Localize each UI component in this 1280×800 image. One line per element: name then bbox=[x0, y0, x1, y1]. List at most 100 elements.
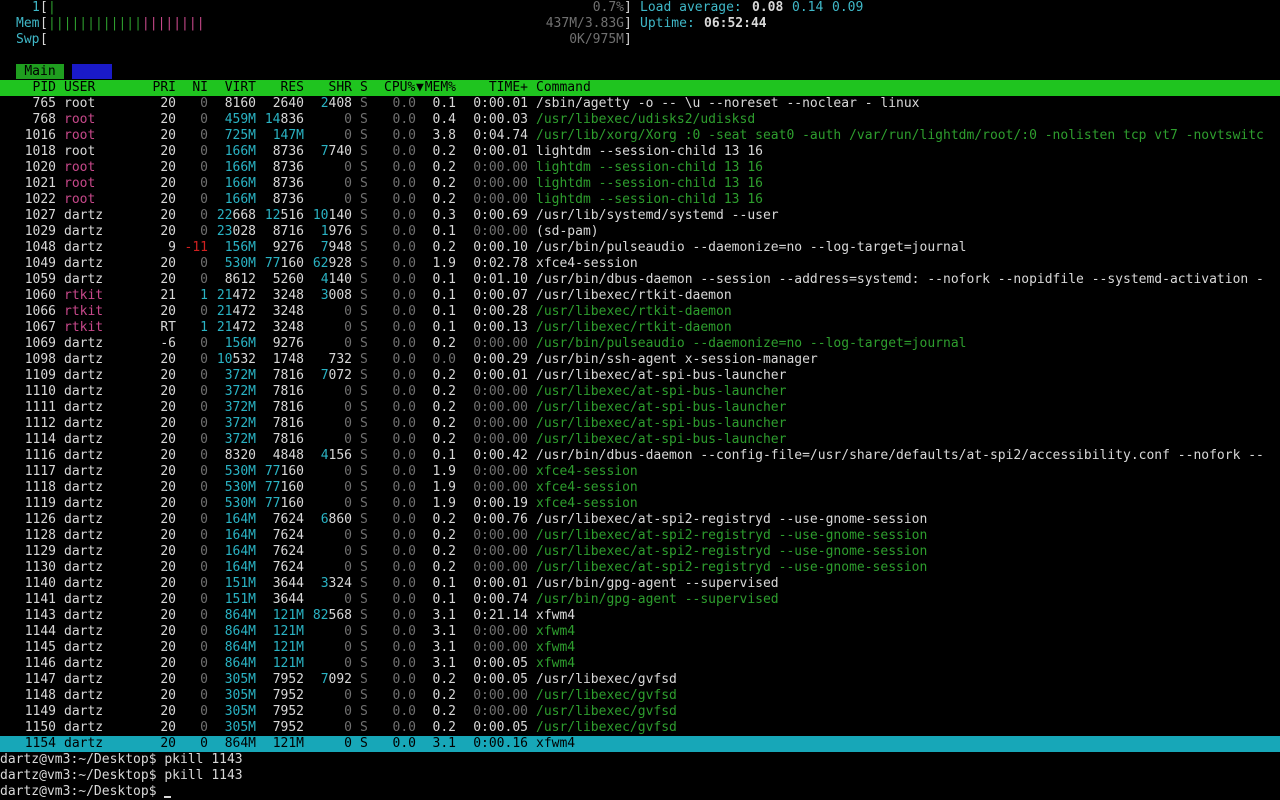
process-row[interactable]: 765 root 20 0 8160 2640 2408 S 0.0 0.1 0:00.01/sbi… bbox=[0, 96, 1280, 112]
process-row[interactable]: 1116 dartz 20 0 8320 4848 4156 S 0.0 0.1 0:00.42/u… bbox=[0, 448, 1280, 464]
process-ni: 0 bbox=[200, 672, 208, 687]
process-row[interactable]: 1130 dartz 20 0 164M 7624 0 S 0.0 0.2 0:00.00/usr/… bbox=[0, 560, 1280, 576]
process-row[interactable]: 1114 dartz 20 0 372M 7816 0 S 0.0 0.2 0:00.00/usr/… bbox=[0, 432, 1280, 448]
process-row[interactable]: 1111 dartz 20 0 372M 7816 0 S 0.0 0.2 0:00.00/usr/… bbox=[0, 400, 1280, 416]
process-cmd: /usr/libexec/rtkit-daemon bbox=[536, 304, 732, 319]
process-row[interactable]: 1118 dartz 20 0 530M 77160 0 S 0.0 1.9 0:00.00 xfce… bbox=[0, 480, 1280, 496]
process-row[interactable]: 1110 dartz 20 0 372M 7816 0 S 0.0 0.2 0:00.00/usr/… bbox=[0, 384, 1280, 400]
process-row[interactable]: 1147 dartz 20 0 305M 7952 7092 S 0.0 0.2 0:00.05/u… bbox=[0, 672, 1280, 688]
process-row[interactable]: 1141 dartz 20 0 151M 3644 0 S 0.0 0.1 0:00.74/usr/… bbox=[0, 592, 1280, 608]
process-time: 0:00.00 bbox=[473, 384, 528, 399]
process-row[interactable]: 1144 dartz 20 0 864M 121M 0 S 0.0 3.1 0:00.00 xfwm4 bbox=[0, 624, 1280, 640]
process-row[interactable]: 1067 rtkit RT 1 21472 3248 0 S 0.0 0.1 0:00.13/usr… bbox=[0, 320, 1280, 336]
process-cmd: lightdm --session-child 13 16 bbox=[536, 160, 763, 175]
process-row[interactable]: 1098 dartz 20 0 10532 1748 732 S 0.0 0.0 0:00.29/u… bbox=[0, 352, 1280, 368]
process-time: 0:00.01 bbox=[473, 96, 528, 111]
process-row[interactable]: 1149 dartz 20 0 305M 7952 0 S 0.0 0.2 0:00.00/usr/… bbox=[0, 704, 1280, 720]
process-cpu: 0.0 bbox=[392, 608, 416, 623]
terminal-line[interactable]: dartz@vm3:~/Desktop$ bbox=[0, 784, 172, 800]
col-command[interactable]: Command bbox=[536, 80, 1280, 96]
process-state: S bbox=[360, 640, 368, 655]
col-pri[interactable]: PRI bbox=[144, 80, 176, 96]
process-ni: 1 bbox=[200, 320, 208, 335]
process-row[interactable]: 1018 root 20 0 166M 8736 7740 S 0.0 0.2 0:00.01 lig… bbox=[0, 144, 1280, 160]
col-state[interactable]: S bbox=[360, 80, 376, 96]
process-time: 0:00.28 bbox=[473, 304, 528, 319]
process-row[interactable]: 1016 root 20 0 725M 147M 0 S 0.0 3.8 0:04.74/usr/l… bbox=[0, 128, 1280, 144]
process-virt: 372M bbox=[224, 432, 256, 447]
process-row[interactable]: 1112 dartz 20 0 372M 7816 0 S 0.0 0.2 0:00.00/usr/… bbox=[0, 416, 1280, 432]
process-row[interactable]: 768 root 20 0 459M 14836 0 S 0.0 0.4 0:00.03/usr/l… bbox=[0, 112, 1280, 128]
col-user[interactable]: USER bbox=[64, 80, 152, 96]
process-ni: 0 bbox=[200, 448, 208, 463]
process-row[interactable]: 1154 dartz 20 0 864M 121M 0 S 0.0 3.1 0:00.16 xfwm4 bbox=[0, 736, 1280, 752]
process-row[interactable]: 1126 dartz 20 0 164M 7624 6860 S 0.0 0.2 0:00.76/u… bbox=[0, 512, 1280, 528]
process-row[interactable]: 1066 rtkit 20 0 21472 3248 0 S 0.0 0.1 0:00.28/usr… bbox=[0, 304, 1280, 320]
process-pid: 1059 bbox=[24, 272, 56, 287]
process-cmd: xfce4-session bbox=[536, 256, 638, 271]
col-virt[interactable]: VIRT bbox=[208, 80, 256, 96]
tab-io[interactable]: I/O bbox=[72, 64, 112, 79]
process-cpu: 0.0 bbox=[392, 528, 416, 543]
process-row[interactable]: 1027 dartz 20 0 22668 12516 10140 S 0.0 0.3 0:00.6… bbox=[0, 208, 1280, 224]
tab-main[interactable]: Main bbox=[16, 64, 64, 79]
col-res[interactable]: RES bbox=[256, 80, 304, 96]
process-ni: 0 bbox=[200, 592, 208, 607]
process-user: dartz bbox=[64, 672, 104, 687]
process-row[interactable]: 1140 dartz 20 0 151M 3644 3324 S 0.0 0.1 0:00.01/u… bbox=[0, 576, 1280, 592]
process-user: dartz bbox=[64, 544, 104, 559]
process-time: 0:00.00 bbox=[473, 544, 528, 559]
process-row[interactable]: 1117 dartz 20 0 530M 77160 0 S 0.0 1.9 0:00.00 xfce… bbox=[0, 464, 1280, 480]
process-virt: 372M bbox=[224, 368, 256, 383]
col-pid[interactable]: PID bbox=[0, 80, 56, 96]
process-row[interactable]: 1119 dartz 20 0 530M 77160 0 S 0.0 1.9 0:00.19 xfce… bbox=[0, 496, 1280, 512]
process-row[interactable]: 1069 dartz -6 0 156M 9276 0 S 0.0 0.2 0:00.00/usr/… bbox=[0, 336, 1280, 352]
process-row[interactable]: 1022 root 20 0 166M 8736 0 S 0.0 0.2 0:00.00 lightd… bbox=[0, 192, 1280, 208]
process-row[interactable]: 1148 dartz 20 0 305M 7952 0 S 0.0 0.2 0:00.00/usr/… bbox=[0, 688, 1280, 704]
process-row[interactable]: 1150 dartz 20 0 305M 7952 0 S 0.0 0.2 0:00.05/usr/… bbox=[0, 720, 1280, 736]
process-pid: 1021 bbox=[24, 176, 56, 191]
col-ni[interactable]: NI bbox=[184, 80, 208, 96]
process-row[interactable]: 1049 dartz 20 0 530M 77160 62928 S 0.0 1.9 0:02.78… bbox=[0, 256, 1280, 272]
process-pri: 20 bbox=[160, 176, 176, 191]
process-pid: 1069 bbox=[24, 336, 56, 351]
col-time[interactable]: TIME+ bbox=[464, 80, 528, 96]
process-row[interactable]: 1128 dartz 20 0 164M 7624 0 S 0.0 0.2 0:00.00/usr/… bbox=[0, 528, 1280, 544]
process-row[interactable]: 1109 dartz 20 0 372M 7816 7072 S 0.0 0.2 0:00.01/u… bbox=[0, 368, 1280, 384]
process-row[interactable]: 1020 root 20 0 166M 8736 0 S 0.0 0.2 0:00.00 lightd… bbox=[0, 160, 1280, 176]
process-ni: 0 bbox=[200, 656, 208, 671]
process-user: dartz bbox=[64, 336, 104, 351]
col-shr[interactable]: SHR bbox=[304, 80, 352, 96]
process-shr: 0 bbox=[344, 400, 352, 415]
swap-meter: Swp[ 0K/975M] bbox=[0, 32, 1280, 48]
process-res: 5260 bbox=[272, 272, 304, 287]
col-mem[interactable]: MEM% bbox=[424, 80, 456, 96]
process-pri: 20 bbox=[160, 256, 176, 271]
process-time: 0:00.07 bbox=[473, 288, 528, 303]
process-row[interactable]: 1145 dartz 20 0 864M 121M 0 S 0.0 3.1 0:00.00 xfwm4 bbox=[0, 640, 1280, 656]
process-res: 7624 bbox=[272, 528, 304, 543]
process-cpu: 0.0 bbox=[392, 336, 416, 351]
process-user: root bbox=[64, 192, 96, 207]
process-mem: 0.2 bbox=[432, 560, 456, 575]
process-row[interactable]: 1146 dartz 20 0 864M 121M 0 S 0.0 3.1 0:00.05 xfwm4 bbox=[0, 656, 1280, 672]
process-row[interactable]: 1048 dartz 9 -11 156M 9276 7948 S 0.0 0.2 0:00.10 /… bbox=[0, 240, 1280, 256]
uptime-value: 06:52:44 bbox=[704, 16, 767, 31]
process-row[interactable]: 1021 root 20 0 166M 8736 0 S 0.0 0.2 0:00.00 lightd… bbox=[0, 176, 1280, 192]
process-time: 0:01.10 bbox=[473, 272, 528, 287]
process-pri: 20 bbox=[160, 480, 176, 495]
process-cpu: 0.0 bbox=[392, 224, 416, 239]
process-cmd: /usr/bin/pulseaudio --daemonize=no --log… bbox=[536, 336, 967, 351]
cpu-meter-open-bracket: [ bbox=[40, 0, 48, 15]
process-row[interactable]: 1129 dartz 20 0 164M 7624 0 S 0.0 0.2 0:00.00/usr/… bbox=[0, 544, 1280, 560]
process-time: 0:00.05 bbox=[473, 720, 528, 735]
process-row[interactable]: 1029 dartz 20 0 23028 8716 1976 S 0.0 0.1 0:00.00 (… bbox=[0, 224, 1280, 240]
process-cmd: /usr/bin/dbus-daemon --config-file=/usr/… bbox=[536, 448, 1264, 463]
process-state: S bbox=[360, 656, 368, 671]
process-row[interactable]: 1060 rtkit 21 1 21472 3248 3008 S 0.0 0.1 0:00.07 /… bbox=[0, 288, 1280, 304]
process-time: 0:00.69 bbox=[473, 208, 528, 223]
process-row[interactable]: 1059 dartz 20 0 8612 5260 4140 S 0.0 0.1 0:01.10/u… bbox=[0, 272, 1280, 288]
process-row[interactable]: 1143 dartz 20 0 864M 121M 82568 S 0.0 3.1 0:21.14 x… bbox=[0, 608, 1280, 624]
process-user: root bbox=[64, 96, 96, 111]
process-res: 7952 bbox=[272, 720, 304, 735]
